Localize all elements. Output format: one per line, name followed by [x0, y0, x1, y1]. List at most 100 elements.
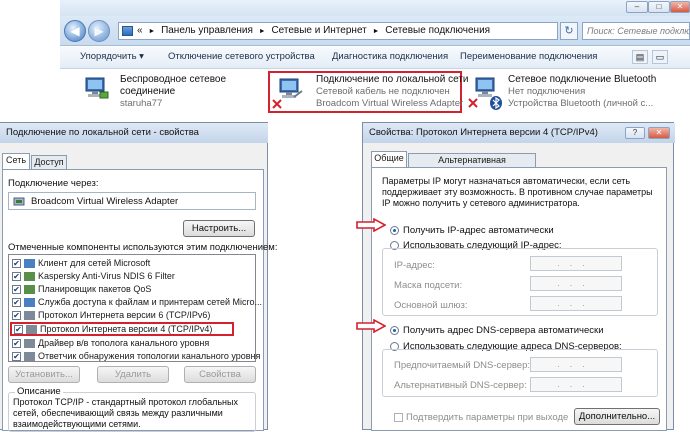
subnet-label: Маска подсети: [394, 280, 463, 291]
install-button[interactable]: Установить... [8, 366, 80, 383]
radio-button[interactable] [390, 225, 399, 235]
radio-button[interactable] [390, 325, 399, 335]
component-icon [26, 325, 37, 335]
adapter-name: Broadcom Virtual Wireless Adapter [31, 196, 179, 207]
network-computer-icon [279, 78, 303, 98]
description-line: сетей, обеспечивающий связь между различ… [13, 408, 223, 418]
gateway-label: Основной шлюз: [394, 300, 468, 311]
list-item[interactable]: ✔ Планировщик пакетов QoS [12, 283, 151, 296]
connection-name: Сетевое подключение Bluetooth [508, 74, 657, 85]
connection-bluetooth[interactable]: Сетевое подключение Bluetooth Нет подклю… [468, 72, 688, 112]
ip-auto-option[interactable]: Получить IP-адрес автоматически [390, 225, 554, 236]
address-sep: ► [148, 28, 156, 35]
component-icon [24, 285, 35, 295]
disable-device-button[interactable]: Отключение сетевого устройства [168, 51, 315, 62]
configure-button[interactable]: Настроить... [183, 220, 255, 237]
connection-status: Сетевой кабель не подключен [316, 86, 450, 97]
ipv4-properties-dialog: Свойства: Протокол Интернета версии 4 (T… [362, 122, 675, 431]
checkbox[interactable]: ✔ [12, 259, 21, 269]
advanced-button[interactable]: Дополнительно... [574, 408, 660, 425]
address-sep: ► [258, 28, 266, 35]
disconnected-x-icon [468, 98, 478, 108]
window-titlebar: – □ ✕ [60, 0, 690, 16]
component-icon [24, 352, 35, 362]
address-sep: ► [372, 28, 380, 35]
forward-button[interactable]: ▶ [88, 20, 110, 42]
dns-auto-option[interactable]: Получить адрес DNS-сервера автоматически [390, 325, 604, 336]
connection-lan-highlight[interactable]: Подключение по локальной сети Сетевой ка… [268, 71, 469, 113]
checkbox[interactable]: ✔ [14, 325, 23, 335]
network-computer-icon [85, 77, 109, 99]
checkbox[interactable]: ✔ [12, 298, 21, 308]
dialog-title: Подключение по локальной сети - свойства [0, 123, 268, 143]
connect-via-label: Подключение через: [8, 178, 99, 189]
tab-alternate[interactable]: Альтернативная конфигурация [408, 153, 536, 178]
close-button[interactable]: ✕ [648, 127, 670, 139]
intro-line: IP можно получить у сетевого администрат… [382, 198, 580, 208]
breadcrumb-control-panel[interactable]: Панель управления [161, 25, 253, 36]
organize-menu[interactable]: Упорядочить ▾ [80, 51, 144, 62]
list-item[interactable]: ✔ Драйвер в/в тополога канального уровня [12, 337, 209, 350]
tab-sharing[interactable]: Доступ [31, 155, 67, 169]
checkbox[interactable]: ✔ [12, 272, 21, 282]
maximize-button[interactable]: □ [648, 1, 670, 13]
dns-alternate-label: Альтернативный DNS-сервер: [394, 380, 527, 391]
connection-name: Подключение по локальной сети [316, 74, 469, 85]
tab-network[interactable]: Сеть [2, 153, 30, 169]
command-toolbar: Упорядочить ▾ Отключение сетевого устрой… [60, 47, 690, 69]
general-tab-panel: Параметры IP могут назначаться автоматич… [371, 167, 667, 431]
list-item-ipv4-highlight[interactable]: ✔ Протокол Интернета версии 4 (TCP/IPv4) [10, 322, 234, 336]
connection-name-line2: соединение [120, 86, 176, 97]
component-icon [24, 311, 35, 321]
preview-pane-icon[interactable]: ▭ [652, 50, 668, 64]
rename-button[interactable]: Переименование подключения [460, 51, 597, 62]
dns-preferred-label: Предпочитаемый DNS-сервер: [394, 360, 531, 371]
connection-ssid: staruha77 [120, 98, 163, 109]
components-list: ✔ Клиент для сетей Microsoft ✔ Kaspersky A… [8, 254, 262, 362]
description-title: Описание [15, 386, 63, 397]
view-options-icon[interactable]: ▤ [632, 50, 648, 64]
list-item[interactable]: ✔ Kaspersky Anti-Virus NDIS 6 Filter [12, 270, 175, 283]
component-icon [24, 259, 35, 269]
dns-alternate-input[interactable]: ... [530, 377, 622, 392]
component-icon [24, 272, 35, 282]
list-item[interactable]: ✔ Ответчик обнаружения топологии канально… [12, 350, 260, 363]
list-item[interactable]: ✔ Клиент для сетей Microsoft [12, 257, 150, 270]
help-button[interactable]: ? [625, 127, 645, 139]
properties-button[interactable]: Свойства [184, 366, 256, 383]
gateway-input[interactable]: ... [530, 296, 622, 311]
adapter-field: Broadcom Virtual Wireless Adapter [8, 192, 256, 210]
breadcrumb-connections[interactable]: Сетевые подключения [385, 25, 490, 36]
network-connections-window: – □ ✕ ◀ ▶ « ► Панель управления ► Сетевы… [60, 0, 690, 125]
checkbox[interactable]: ✔ [12, 285, 21, 295]
minimize-button[interactable]: – [626, 1, 648, 13]
intro-line: поддерживает эту возможность. В противно… [382, 187, 653, 197]
connection-wireless[interactable]: Беспроводное сетевое соединение staruha7… [82, 72, 252, 112]
checkbox[interactable] [394, 412, 403, 422]
lan-properties-dialog: Подключение по локальной сети - свойства… [0, 122, 277, 432]
checkbox[interactable]: ✔ [12, 352, 21, 362]
disconnected-x-icon [272, 99, 282, 109]
dns-preferred-input[interactable]: ... [530, 357, 622, 372]
list-item[interactable]: ✔ Протокол Интернета версии 6 (TCP/IPv6) [12, 309, 210, 322]
remove-button[interactable]: Удалить [97, 366, 169, 383]
checkbox[interactable]: ✔ [12, 311, 21, 321]
address-bar[interactable]: « ► Панель управления ► Сетевые и Интерн… [118, 22, 558, 40]
search-input[interactable]: Поиск: Сетевые подключения [582, 22, 690, 40]
tab-general[interactable]: Общие [371, 151, 407, 167]
breadcrumb-network[interactable]: Сетевые и Интернет [271, 25, 366, 36]
connection-adapter: Устройства Bluetooth (личной с... [508, 98, 654, 109]
ip-address-input[interactable]: ... [530, 256, 622, 271]
component-icon [24, 339, 35, 349]
refresh-icon[interactable]: ↻ [560, 22, 578, 40]
list-item[interactable]: ✔ Служба доступа к файлам и принтерам сет… [12, 296, 262, 309]
connection-adapter: Broadcom Virtual Wireless Adapter [316, 98, 464, 109]
component-icon [24, 298, 35, 308]
bluetooth-icon [490, 96, 502, 110]
validate-option[interactable]: Подтвердить параметры при выходе [394, 412, 568, 423]
subnet-input[interactable]: ... [530, 276, 622, 291]
checkbox[interactable]: ✔ [12, 339, 21, 349]
close-button[interactable]: ✕ [670, 1, 690, 13]
back-button[interactable]: ◀ [64, 20, 86, 42]
diagnose-button[interactable]: Диагностика подключения [332, 51, 448, 62]
